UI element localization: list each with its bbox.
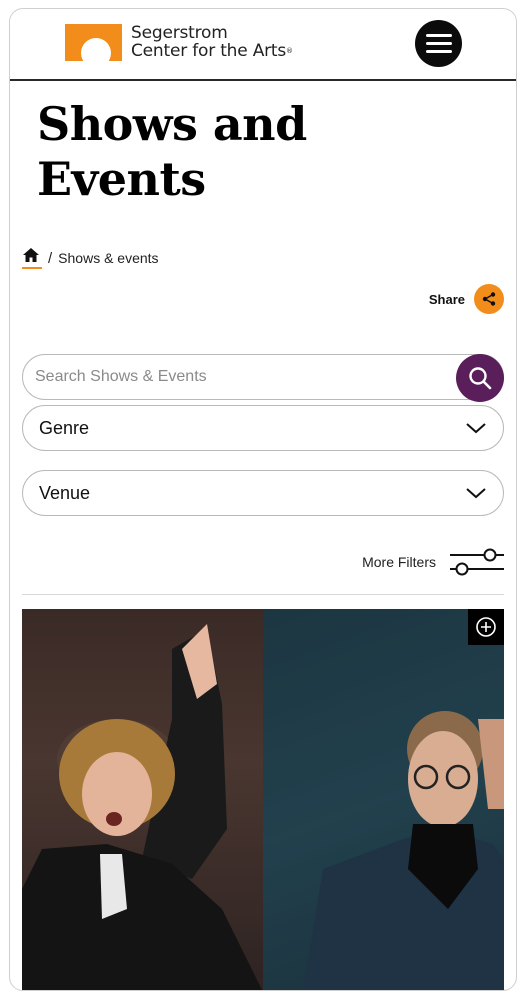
more-filters-button[interactable]: More Filters	[362, 547, 504, 577]
conductor-photo	[22, 609, 263, 990]
logo-text: Segerstrom Center for the Arts®	[131, 24, 293, 60]
hamburger-icon	[425, 34, 452, 37]
more-filters-label: More Filters	[362, 554, 436, 570]
search-input[interactable]	[35, 368, 455, 386]
venue-select[interactable]: Venue	[22, 470, 504, 516]
event-card-image[interactable]	[22, 609, 504, 990]
page-frame: Segerstrom Center for the Arts® Shows an…	[9, 8, 517, 991]
page-title: Shows and Events	[37, 97, 307, 206]
site-header: Segerstrom Center for the Arts®	[10, 9, 516, 81]
share-icon[interactable]	[474, 284, 504, 314]
menu-button[interactable]	[415, 20, 462, 67]
home-icon[interactable]	[22, 247, 42, 269]
logo-line-1: Segerstrom	[131, 23, 228, 43]
search-icon[interactable]	[456, 354, 504, 402]
share-control[interactable]: Share	[429, 284, 504, 314]
site-logo[interactable]: Segerstrom Center for the Arts®	[65, 24, 293, 61]
logo-line-2: Center for the Arts®	[131, 41, 293, 61]
divider	[22, 594, 504, 595]
pianist-photo	[263, 609, 504, 990]
venue-label: Venue	[39, 482, 91, 503]
breadcrumb: / Shows & events	[22, 247, 159, 269]
sliders-icon	[450, 548, 504, 576]
plus-circle-icon[interactable]	[468, 609, 504, 645]
chevron-down-icon	[466, 423, 486, 434]
breadcrumb-current: Shows & events	[58, 250, 159, 266]
breadcrumb-separator: /	[48, 249, 53, 267]
genre-select[interactable]: Genre	[22, 405, 504, 451]
chevron-down-icon	[466, 488, 486, 499]
genre-label: Genre	[39, 417, 90, 438]
share-label: Share	[428, 291, 465, 307]
search-bar	[22, 354, 504, 402]
logo-mark	[65, 24, 122, 61]
